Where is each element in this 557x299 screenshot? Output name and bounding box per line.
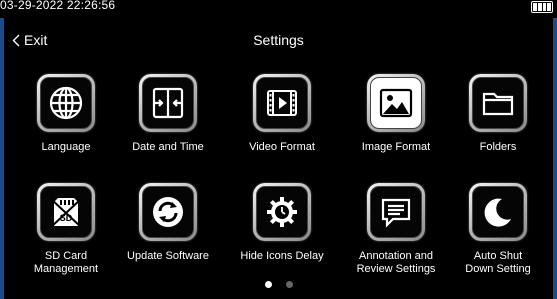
tile-label: Language bbox=[41, 141, 91, 153]
tile-hide-icons-delay[interactable]: Hide Icons Delay bbox=[230, 183, 334, 263]
tile-label: SD Card Management bbox=[33, 250, 99, 275]
tile-date-and-time[interactable]: Date and Time bbox=[116, 74, 220, 154]
tile-update-software[interactable]: Update Software bbox=[116, 183, 220, 263]
tile-sd-card-management[interactable]: SD SD Card Management bbox=[14, 183, 118, 276]
date-time-icon bbox=[152, 87, 184, 119]
page-indicator bbox=[0, 281, 557, 288]
tile-label: Folders bbox=[479, 141, 517, 153]
comment-icon bbox=[381, 198, 411, 228]
tile-annotation-review-settings[interactable]: Annotation and Review Settings bbox=[344, 183, 448, 276]
folder-icon bbox=[482, 92, 514, 116]
sd-card-icon: SD bbox=[50, 198, 82, 228]
refresh-icon bbox=[153, 197, 183, 227]
tile-label: Date and Time bbox=[132, 141, 204, 153]
page-dot-1[interactable] bbox=[264, 281, 272, 288]
tile-label: Video Format bbox=[249, 141, 315, 153]
image-icon bbox=[378, 85, 414, 121]
tile-label: Hide Icons Delay bbox=[240, 250, 324, 262]
tile-label: Annotation and Review Settings bbox=[356, 250, 436, 275]
tile-folders[interactable]: Folders bbox=[446, 74, 550, 154]
tile-label: Auto Shut Down Setting bbox=[465, 250, 531, 275]
globe-icon bbox=[49, 86, 83, 120]
tile-label: Image Format bbox=[361, 141, 431, 153]
gear-clock-icon bbox=[267, 197, 297, 227]
page-dot-2[interactable] bbox=[285, 281, 293, 288]
settings-grid: Language Date and Time Video Format Imag… bbox=[0, 0, 557, 299]
tile-video-format[interactable]: Video Format bbox=[230, 74, 334, 154]
tile-label: Update Software bbox=[127, 250, 209, 262]
tile-auto-shut-down-setting[interactable]: Auto Shut Down Setting bbox=[446, 183, 550, 276]
film-icon bbox=[267, 90, 297, 116]
tile-image-format[interactable]: Image Format bbox=[344, 74, 448, 154]
moon-icon bbox=[484, 198, 511, 227]
tile-language[interactable]: Language bbox=[14, 74, 118, 154]
